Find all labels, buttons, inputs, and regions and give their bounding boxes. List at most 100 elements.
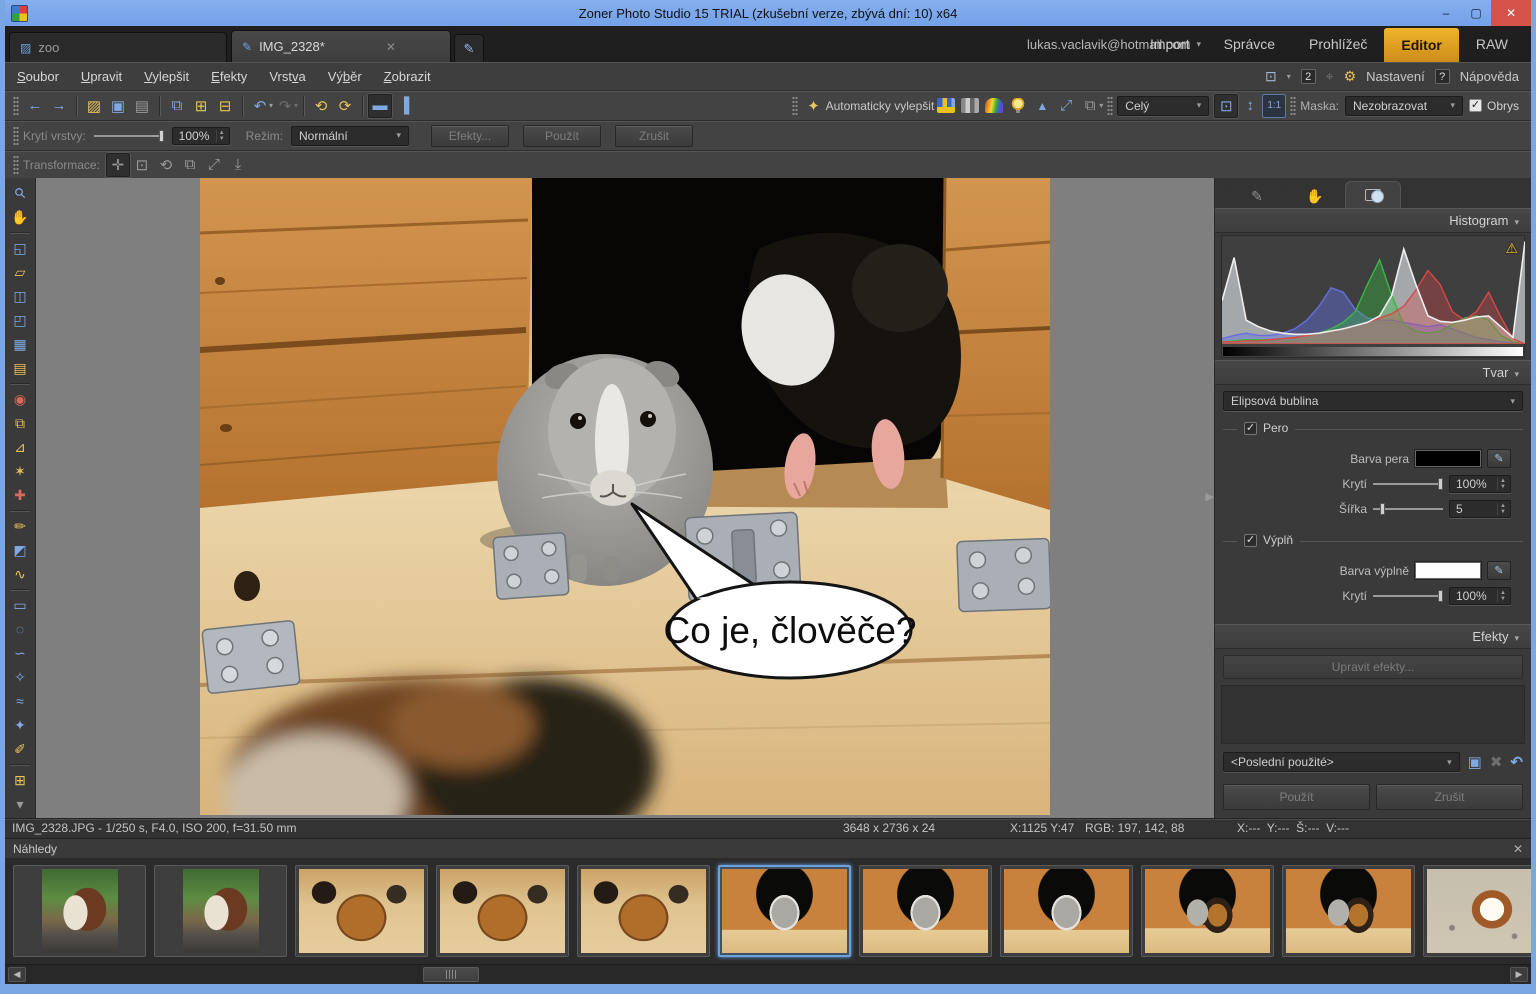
red-eye-tool-icon[interactable]: ◉ (7, 387, 33, 411)
thumbnail-guinea-pig-hutch-3[interactable] (1000, 865, 1133, 957)
pen-width-spinner[interactable]: 5 ▲▼ (1449, 500, 1511, 518)
pen-opacity-slider[interactable] (1373, 477, 1443, 491)
histogram-header[interactable]: Histogram▾ (1215, 208, 1531, 233)
settings-button[interactable]: Nastavení (1366, 69, 1425, 84)
export-layer-button[interactable]: ⤓ (226, 153, 250, 177)
back-button[interactable]: ← (23, 94, 47, 118)
warning-icon[interactable]: ⚠ (1505, 240, 1518, 257)
thumbnail-guinea-pigs-board-2[interactable] (1282, 865, 1415, 957)
menu-výběr[interactable]: Výběr (328, 69, 362, 84)
tab-quick-edits[interactable]: ✎ (1229, 184, 1285, 208)
rect-select-tool-icon[interactable]: ▭ (7, 593, 33, 617)
menu-efekty[interactable]: Efekty (211, 69, 247, 84)
fill-color-swatch[interactable] (1415, 562, 1481, 579)
scrollbar-thumb[interactable] (423, 967, 479, 982)
iron-smooth-tool-icon[interactable]: ⊿ (7, 435, 33, 459)
tab-img-2328[interactable]: ✎ IMG_2328* ✕ (231, 30, 451, 62)
save-preset-button[interactable]: ▣ (1468, 753, 1482, 771)
photo-guinea-pig-hutch[interactable]: Co je, člověče? (200, 178, 1050, 815)
levels-icon[interactable] (937, 98, 955, 113)
nav-import[interactable]: Import (1133, 26, 1207, 62)
fill-opacity-spinner[interactable]: 100% ▲▼ (1449, 587, 1511, 605)
maximize-button[interactable]: ▢ (1461, 0, 1491, 26)
layer-effects-button[interactable]: Efekty... (431, 125, 509, 147)
scroll-right-button[interactable]: ▶ (1510, 967, 1528, 982)
retouch-tool-icon[interactable]: ✶ (7, 459, 33, 483)
shape-type-select[interactable]: Elipsová bublina ▾ (1223, 391, 1523, 411)
filmstrip-scrollbar[interactable]: ◀ ▶ (5, 964, 1531, 984)
menu-soubor[interactable]: Soubor (17, 69, 59, 84)
auto-enhance-button[interactable]: Automaticky vylepšit (826, 99, 935, 113)
panel-collapse-icon[interactable]: ▶ (1206, 490, 1214, 503)
menu-upravit[interactable]: Upravit (81, 69, 122, 84)
print-button[interactable]: ▤ (130, 94, 154, 118)
nav-prohlížeč[interactable]: Prohlížeč (1292, 26, 1384, 62)
paste-button[interactable]: ⊞ (189, 94, 213, 118)
thumbnail-guinea-pigs-sawdust-1[interactable] (295, 865, 428, 957)
tab-close-icon[interactable]: ✕ (386, 40, 396, 54)
mask-select[interactable]: Nezobrazovat ▾ (1345, 96, 1463, 116)
tab-retouch-tools[interactable]: ✋ (1287, 184, 1343, 208)
thumbnail-guinea-pig-hutch-2[interactable] (859, 865, 992, 957)
filmstrip-close-icon[interactable]: ✕ (1513, 842, 1523, 856)
layer-opacity-spinner[interactable]: 100% ▲▼ (172, 127, 230, 145)
thumbnail-cow-photo-2[interactable] (154, 865, 287, 957)
paintbrush-tool-icon[interactable]: ✏ (7, 514, 33, 538)
edit-image-tool-icon[interactable]: ▤ (7, 356, 33, 380)
display-mode-icon[interactable]: ⊡ (1265, 68, 1277, 85)
editor-canvas[interactable]: Co je, člověče? ▶ (36, 178, 1214, 818)
fill-opacity-slider[interactable] (1373, 589, 1443, 603)
thumbnail-cow-photo-1[interactable] (13, 865, 146, 957)
pen-opacity-spinner[interactable]: 100% ▲▼ (1449, 475, 1511, 493)
nav-správce[interactable]: Správce (1207, 26, 1292, 62)
scale-layer-button[interactable]: ⤢ (202, 153, 226, 177)
thumbnail-guinea-pigs-board-1[interactable] (1141, 865, 1274, 957)
crop-tool-icon[interactable]: ◱ (7, 236, 33, 260)
menu-vylepšit[interactable]: Vylepšit (144, 69, 189, 84)
tab-zoo[interactable]: ▨ zoo (9, 32, 227, 62)
chevron-down-icon[interactable]: ▾ (1287, 72, 1291, 81)
delete-preset-button[interactable]: ✖ (1490, 753, 1503, 771)
eyedropper-icon[interactable]: ✎ (1487, 561, 1511, 580)
thumbnail-guinea-pigs-sawdust-3[interactable] (577, 865, 710, 957)
tab-shapes[interactable] (1345, 181, 1401, 208)
cancel-button[interactable]: Zrušit (1376, 784, 1523, 810)
curves-icon[interactable] (961, 98, 979, 113)
clone-stamp-tool-icon[interactable]: ⧉ (7, 411, 33, 435)
batch-dropdown-icon[interactable]: ▾ (1099, 101, 1103, 110)
effects-header[interactable]: Efekty▾ (1215, 624, 1531, 649)
eyedropper-icon[interactable]: ✎ (1487, 449, 1511, 468)
magic-wand-tool-icon[interactable]: ✦ (7, 713, 33, 737)
perspective-tool-icon[interactable]: ◫ (7, 284, 33, 308)
minimize-button[interactable]: – (1431, 0, 1461, 26)
second-monitor-icon[interactable]: 2 (1301, 69, 1316, 84)
fill-tool-icon[interactable]: ◩ (7, 538, 33, 562)
magnetic-lasso-tool-icon[interactable]: ≈ (7, 689, 33, 713)
healing-brush-tool-icon[interactable]: ✚ (7, 483, 33, 507)
spinner-arrows-icon[interactable]: ▲▼ (1497, 590, 1508, 602)
apply-button[interactable]: Použít (1223, 784, 1370, 810)
copy-button[interactable]: ⧉ (165, 94, 189, 118)
fit-screen-button[interactable]: ⊡ (1214, 94, 1238, 118)
close-button[interactable]: ✕ (1491, 0, 1531, 26)
layer-cancel-button[interactable]: Zrušit (615, 125, 693, 147)
layout-bottom-toggle[interactable]: ▬ (368, 94, 392, 118)
color-adjust-icon[interactable] (985, 98, 1003, 113)
pointer-device-icon[interactable]: ⌖ (1326, 68, 1334, 85)
pen-width-slider[interactable] (1373, 502, 1443, 516)
outline-checkbox[interactable]: ✓ (1469, 99, 1482, 112)
save-button[interactable]: ▣ (106, 94, 130, 118)
layer-select-button[interactable]: ⊡ (130, 153, 154, 177)
open-button[interactable]: ▨ (82, 94, 106, 118)
ellipse-select-tool-icon[interactable]: ◌ (7, 617, 33, 641)
mesh-warp-tool-icon[interactable]: ▦ (7, 332, 33, 356)
menu-zobrazit[interactable]: Zobrazit (384, 69, 431, 84)
scroll-left-button[interactable]: ◀ (8, 967, 26, 982)
spinner-arrows-icon[interactable]: ▲▼ (1497, 503, 1508, 515)
lights-icon[interactable] (1009, 98, 1027, 113)
nav-editor[interactable]: Editor (1384, 28, 1458, 62)
shape-header[interactable]: Tvar▾ (1215, 360, 1531, 385)
move-transform-button[interactable]: ✛ (106, 153, 130, 177)
free-transform-tool-icon[interactable]: ◰ (7, 308, 33, 332)
thumbnail-guinea-pigs-sawdust-2[interactable] (436, 865, 569, 957)
